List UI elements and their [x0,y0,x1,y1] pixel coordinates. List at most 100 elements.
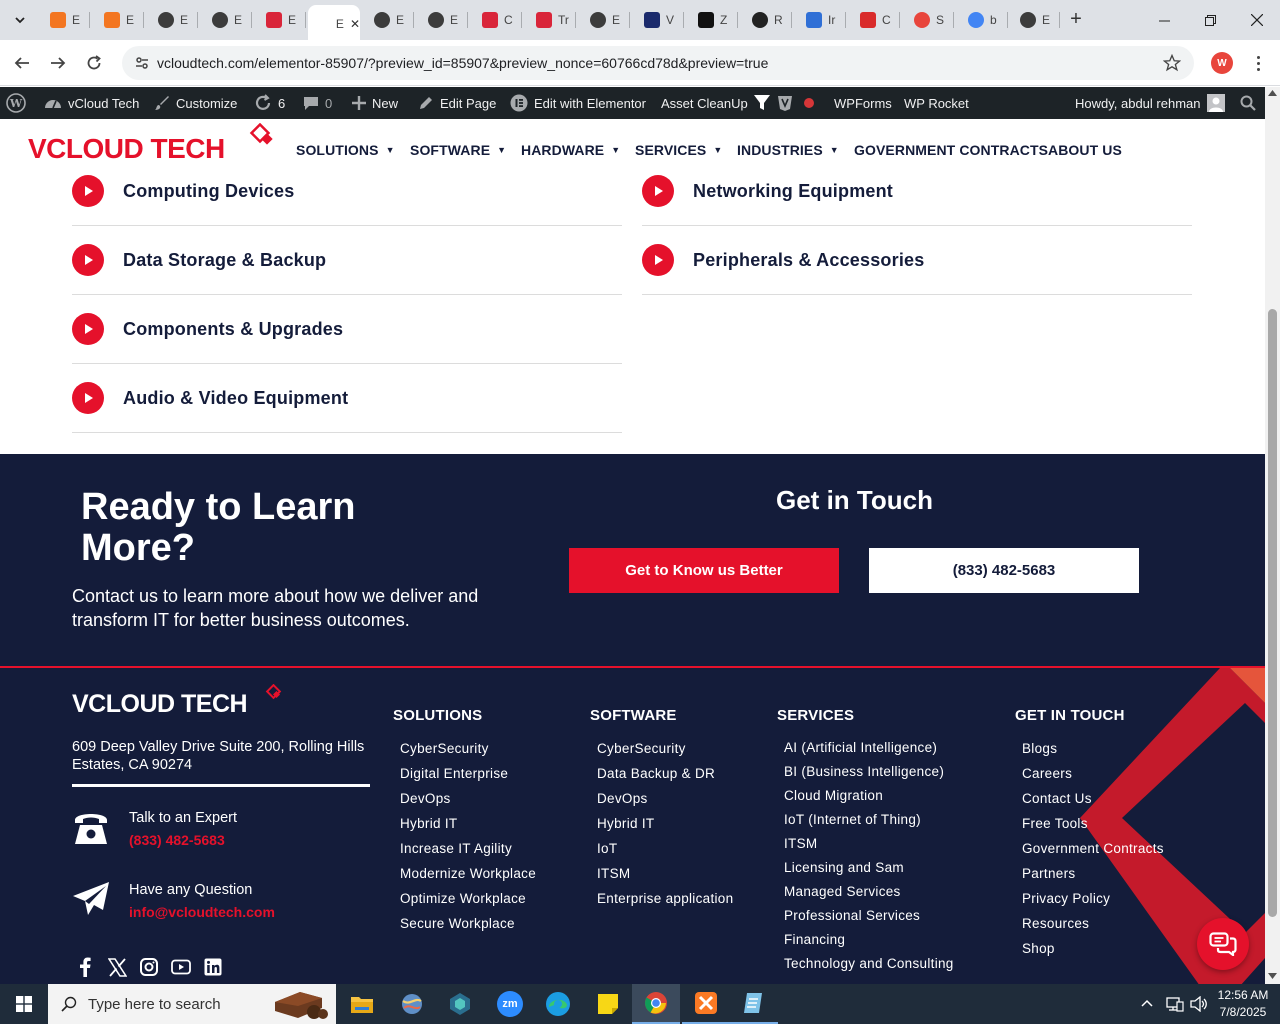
admin-edit-elementor[interactable]: Edit with Elementor [510,87,646,119]
footer-link[interactable]: IoT [597,841,617,856]
taskbar-zoom[interactable]: zm [486,984,534,1024]
footer-link[interactable]: AI (Artificial Intelligence) [784,740,937,755]
admin-updates[interactable]: 6 [254,87,285,119]
admin-asset-cleanup[interactable]: Asset CleanUp [661,87,814,119]
youtube-link[interactable] [170,956,192,978]
menu-services[interactable]: SERVICES ▼ [635,142,722,158]
facebook-link[interactable] [74,956,96,978]
footer-link[interactable]: Licensing and Sam [784,860,904,875]
browser-tab[interactable]: C [472,7,522,33]
footer-link[interactable]: Cloud Migration [784,788,883,803]
menu-solutions[interactable]: SOLUTIONS ▼ [296,142,395,158]
start-button[interactable] [0,984,48,1024]
taskbar-app-ball[interactable] [388,984,436,1024]
browser-tab[interactable]: Tr [526,7,576,33]
minimize-button[interactable] [1141,0,1187,40]
footer-link[interactable]: Digital Enterprise [400,766,508,781]
footer-link[interactable]: Technology and Consulting [784,956,954,971]
browser-tab[interactable]: E [256,7,306,33]
phone-button[interactable]: (833) 482-5683 [869,548,1139,593]
site-logo[interactable]: VCLOUD TECH [28,123,278,175]
browser-tab[interactable]: R [742,7,792,33]
browser-tab[interactable]: E [364,7,414,33]
footer-link[interactable]: CyberSecurity [400,741,489,756]
browser-tab[interactable]: S [904,7,954,33]
footer-link[interactable]: Free Tools [1022,816,1088,831]
admin-site-name[interactable]: vCloud Tech [44,87,139,119]
taskbar-edge[interactable] [534,984,582,1024]
footer-link[interactable]: Contact Us [1022,791,1092,806]
footer-link[interactable]: Government Contracts [1022,841,1164,856]
browser-tab[interactable]: C [850,7,900,33]
footer-link[interactable]: IoT (Internet of Thing) [784,812,921,827]
browser-tab[interactable]: Z [688,7,738,33]
browser-tab[interactable]: E ✕ [308,5,360,40]
footer-link[interactable]: Resources [1022,916,1089,931]
new-tab-button[interactable]: + [1064,8,1088,32]
reload-button[interactable] [79,48,109,78]
back-button[interactable] [7,48,37,78]
menu-government-contracts[interactable]: GOVERNMENT CONTRACTS [854,142,1048,158]
footer-link[interactable]: Shop [1022,941,1055,956]
taskbar-app-gem[interactable] [436,984,484,1024]
taskbar-xampp[interactable] [682,984,730,1024]
tray-network[interactable] [1166,996,1184,1017]
footer-link[interactable]: Enterprise application [597,891,733,906]
browser-tab[interactable]: E [1010,7,1060,33]
browser-tab[interactable]: E [94,7,144,33]
footer-link[interactable]: Hybrid IT [597,816,654,831]
admin-wp-rocket[interactable]: WP Rocket [904,87,969,119]
page-scrollbar[interactable] [1265,87,1280,984]
address-bar[interactable]: vcloudtech.com/elementor-85907/?preview_… [122,46,1194,80]
browser-tab[interactable]: E [148,7,198,33]
chat-widget-button[interactable] [1197,918,1249,970]
admin-wpforms[interactable]: WPForms [834,87,892,119]
footer-link[interactable]: Partners [1022,866,1075,881]
taskbar-search-box[interactable]: Type here to search [48,984,336,1024]
footer-link[interactable]: Blogs [1022,741,1057,756]
category-audio-video[interactable]: Audio & Video Equipment [72,364,622,433]
browser-tab[interactable]: E [202,7,252,33]
restore-button[interactable] [1187,0,1233,40]
taskbar-notepad[interactable] [730,984,778,1024]
browser-tab[interactable]: Ir [796,7,846,33]
question-email-link[interactable]: info@vcloudtech.com [129,904,275,920]
scrollbar-thumb[interactable] [1268,309,1277,917]
taskbar-chrome[interactable] [632,984,680,1024]
browser-tab[interactable]: E [418,7,468,33]
browser-tab[interactable]: E [40,7,90,33]
tray-overflow-button[interactable] [1140,996,1156,1012]
footer-link[interactable]: Professional Services [784,908,920,923]
url-text[interactable]: vcloudtech.com/elementor-85907/?preview_… [157,55,768,71]
footer-link[interactable]: ITSM [597,866,630,881]
browser-menu-button[interactable] [1248,52,1268,74]
footer-link[interactable]: Data Backup & DR [597,766,715,781]
footer-link[interactable]: Financing [784,932,845,947]
footer-logo[interactable]: VCLOUD TECH [72,684,287,724]
menu-industries[interactable]: INDUSTRIES ▼ [737,142,839,158]
footer-link[interactable]: Increase IT Agility [400,841,512,856]
browser-tab[interactable]: b [958,7,1008,33]
admin-customize[interactable]: Customize [154,87,237,119]
taskbar-file-explorer[interactable] [338,984,386,1024]
scroll-up-arrow-icon[interactable] [1268,90,1277,96]
forward-button[interactable] [43,48,73,78]
tray-clock[interactable]: 12:56 AM 7/8/2025 [1212,987,1274,1021]
get-to-know-button[interactable]: Get to Know us Better [569,548,839,593]
scroll-down-arrow-icon[interactable] [1268,973,1277,979]
admin-search[interactable] [1240,87,1256,119]
footer-link[interactable]: Hybrid IT [400,816,457,831]
bookmark-star-icon[interactable] [1163,54,1181,72]
close-tab-icon[interactable]: ✕ [350,17,360,31]
taskbar-sticky-notes[interactable] [584,984,632,1024]
footer-link[interactable]: Careers [1022,766,1072,781]
wp-logo-button[interactable]: W [6,87,26,119]
browser-tab[interactable]: V [634,7,684,33]
footer-link[interactable]: BI (Business Intelligence) [784,764,944,779]
site-info-icon[interactable] [134,55,150,71]
category-peripherals[interactable]: Peripherals & Accessories [642,226,1192,295]
close-window-button[interactable] [1234,0,1280,40]
footer-link[interactable]: DevOps [597,791,648,806]
footer-link[interactable]: Managed Services [784,884,901,899]
footer-link[interactable]: CyberSecurity [597,741,686,756]
